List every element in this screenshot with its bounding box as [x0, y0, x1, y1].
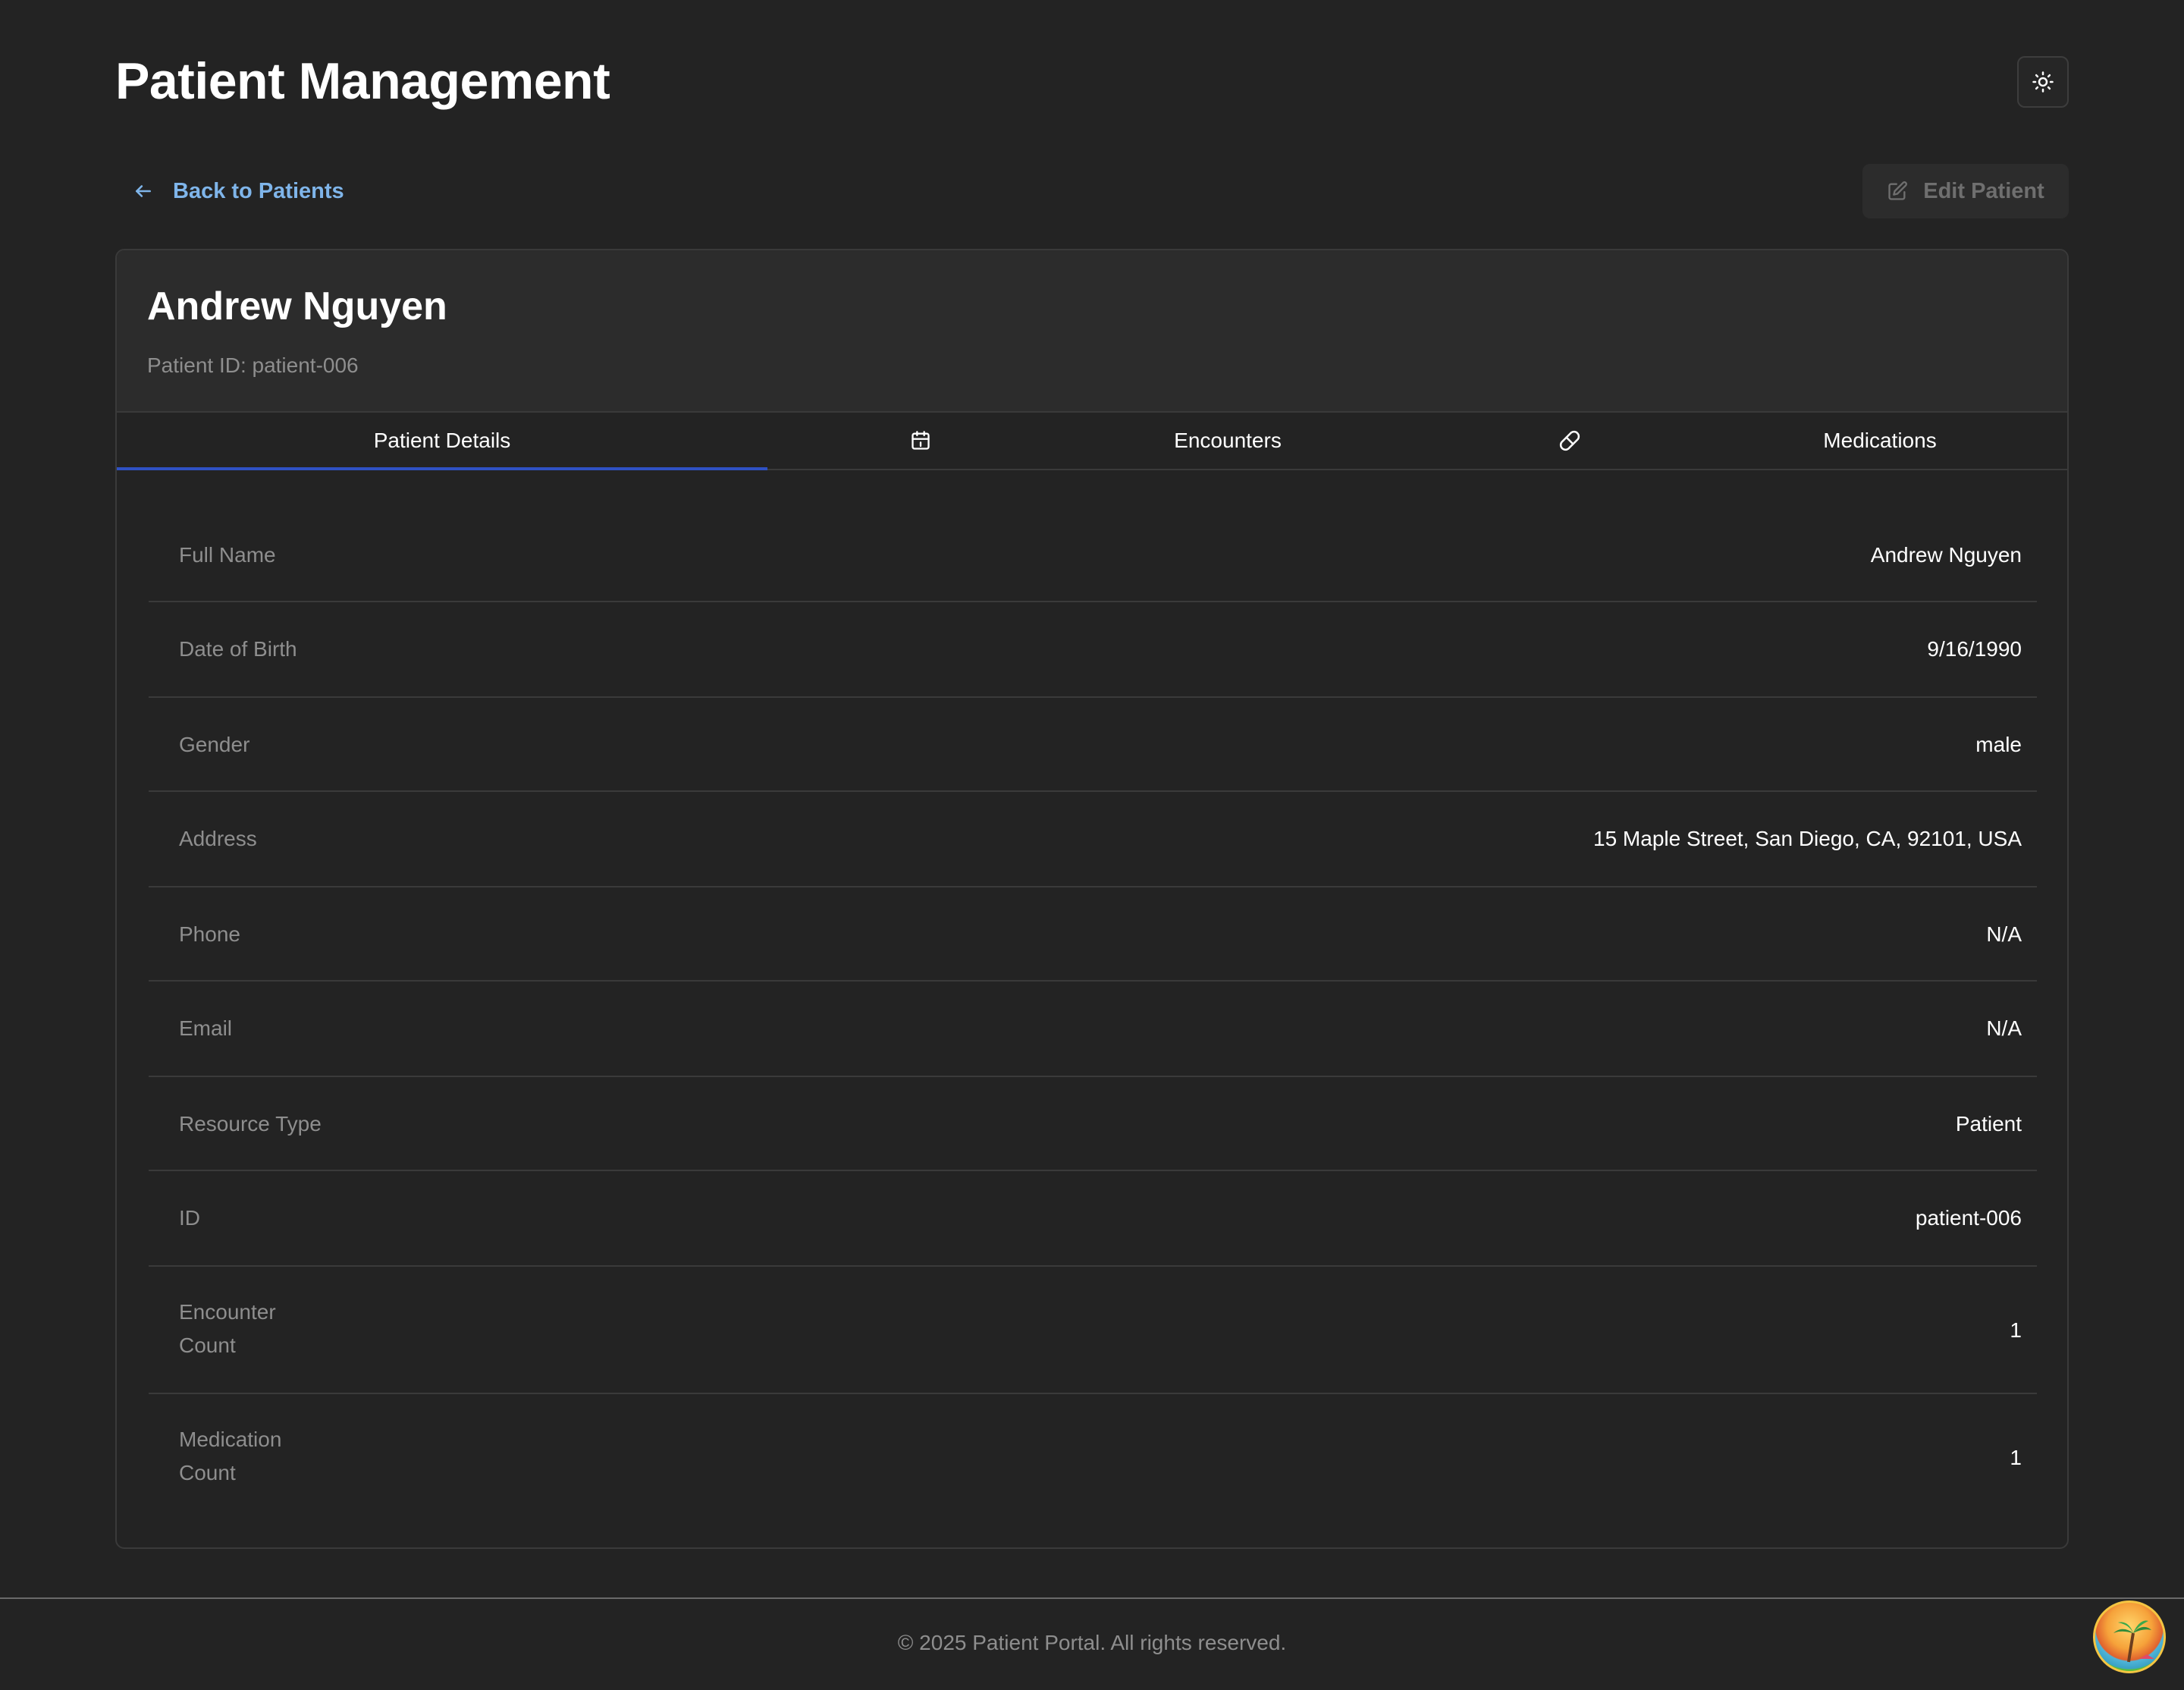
detail-label: Medication Count [179, 1428, 282, 1484]
detail-value: Patient [1955, 1112, 2022, 1136]
detail-value: 9/16/1990 [1927, 637, 2022, 661]
detail-row-medication-count: Medication Count 1 [149, 1394, 2037, 1522]
tab-bar: Patient Details Encounters Medications [117, 413, 2067, 470]
patient-name: Andrew Nguyen [147, 284, 447, 328]
detail-value: Andrew Nguyen [1870, 543, 2022, 567]
detail-label: Encounter Count [179, 1300, 276, 1357]
tab-patient-details-label: Patient Details [373, 429, 511, 452]
patient-id: Patient ID: patient-006 [147, 353, 359, 377]
detail-row-gender: Gender male [149, 698, 2037, 792]
detail-row-resource-type: Resource Type Patient [149, 1077, 2037, 1171]
footer-divider [0, 1597, 2184, 1599]
avatar[interactable] [2093, 1600, 2166, 1673]
detail-row-id: ID patient-006 [149, 1171, 2037, 1267]
calendar-icon [898, 413, 943, 469]
detail-value: 1 [2010, 1446, 2022, 1469]
detail-value: 1 [2010, 1318, 2022, 1342]
detail-value: N/A [1986, 922, 2022, 946]
active-tab-indicator [117, 467, 767, 470]
edit-button-label: Edit Patient [1923, 178, 2044, 203]
patient-card-header: Andrew Nguyen Patient ID: patient-006 [117, 250, 2067, 413]
footer-copyright: © 2025 Patient Portal. All rights reserv… [897, 1631, 1287, 1654]
patient-details-list: Full Name Andrew Nguyen Date of Birth 9/… [149, 508, 2037, 1522]
patient-card: Andrew Nguyen Patient ID: patient-006 Pa… [115, 249, 2069, 1549]
tab-medications-label: Medications [1823, 429, 1937, 452]
detail-label: Resource Type [179, 1112, 322, 1136]
edit-patient-button[interactable]: Edit Patient [1862, 164, 2069, 218]
detail-value: male [1975, 733, 2022, 756]
detail-value: patient-006 [1915, 1206, 2022, 1230]
pill-icon [1547, 413, 1592, 469]
detail-label: Phone [179, 922, 240, 946]
back-to-patients-link[interactable]: Back to Patients [133, 174, 344, 208]
sun-icon [2032, 71, 2054, 93]
arrow-left-icon [136, 185, 151, 197]
detail-row-full-name: Full Name Andrew Nguyen [149, 508, 2037, 602]
detail-label: Date of Birth [179, 637, 297, 661]
detail-value: 15 Maple Street, San Diego, CA, 92101, U… [1593, 827, 2022, 850]
palm-tree-icon [2113, 1620, 2154, 1663]
tab-encounters-label: Encounters [1174, 429, 1282, 452]
detail-label: ID [179, 1206, 200, 1230]
detail-row-encounter-count: Encounter Count 1 [149, 1267, 2037, 1394]
edit-icon [1888, 181, 1908, 200]
tab-medications[interactable]: Medications [1732, 413, 2028, 469]
theme-toggle-button[interactable] [2017, 56, 2069, 108]
detail-row-phone: Phone N/A [149, 887, 2037, 982]
detail-row-email: Email N/A [149, 982, 2037, 1077]
page-title: Patient Management [115, 52, 610, 110]
detail-label: Email [179, 1016, 233, 1040]
detail-value: N/A [1986, 1016, 2022, 1040]
detail-label: Address [179, 827, 257, 850]
page: Patient Management Back to Patients Edit… [0, 0, 2184, 1690]
detail-row-date-of-birth: Date of Birth 9/16/1990 [149, 602, 2037, 698]
detail-label: Gender [179, 733, 250, 756]
tab-encounters[interactable]: Encounters [1080, 413, 1376, 469]
detail-row-address: Address 15 Maple Street, San Diego, CA, … [149, 792, 2037, 887]
detail-label: Full Name [179, 543, 276, 567]
tab-patient-details[interactable]: Patient Details [117, 413, 767, 469]
back-link-label: Back to Patients [173, 178, 344, 203]
